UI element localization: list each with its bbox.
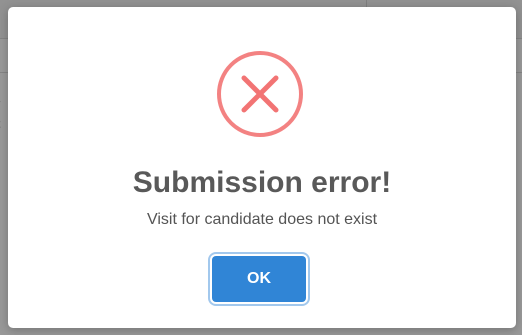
dialog-title: Submission error! (132, 166, 392, 199)
error-x-icon (217, 51, 303, 137)
error-dialog: Submission error! Visit for candidate do… (8, 7, 516, 328)
dialog-message: Visit for candidate does not exist (146, 211, 378, 228)
ok-button[interactable]: OK (212, 256, 306, 302)
